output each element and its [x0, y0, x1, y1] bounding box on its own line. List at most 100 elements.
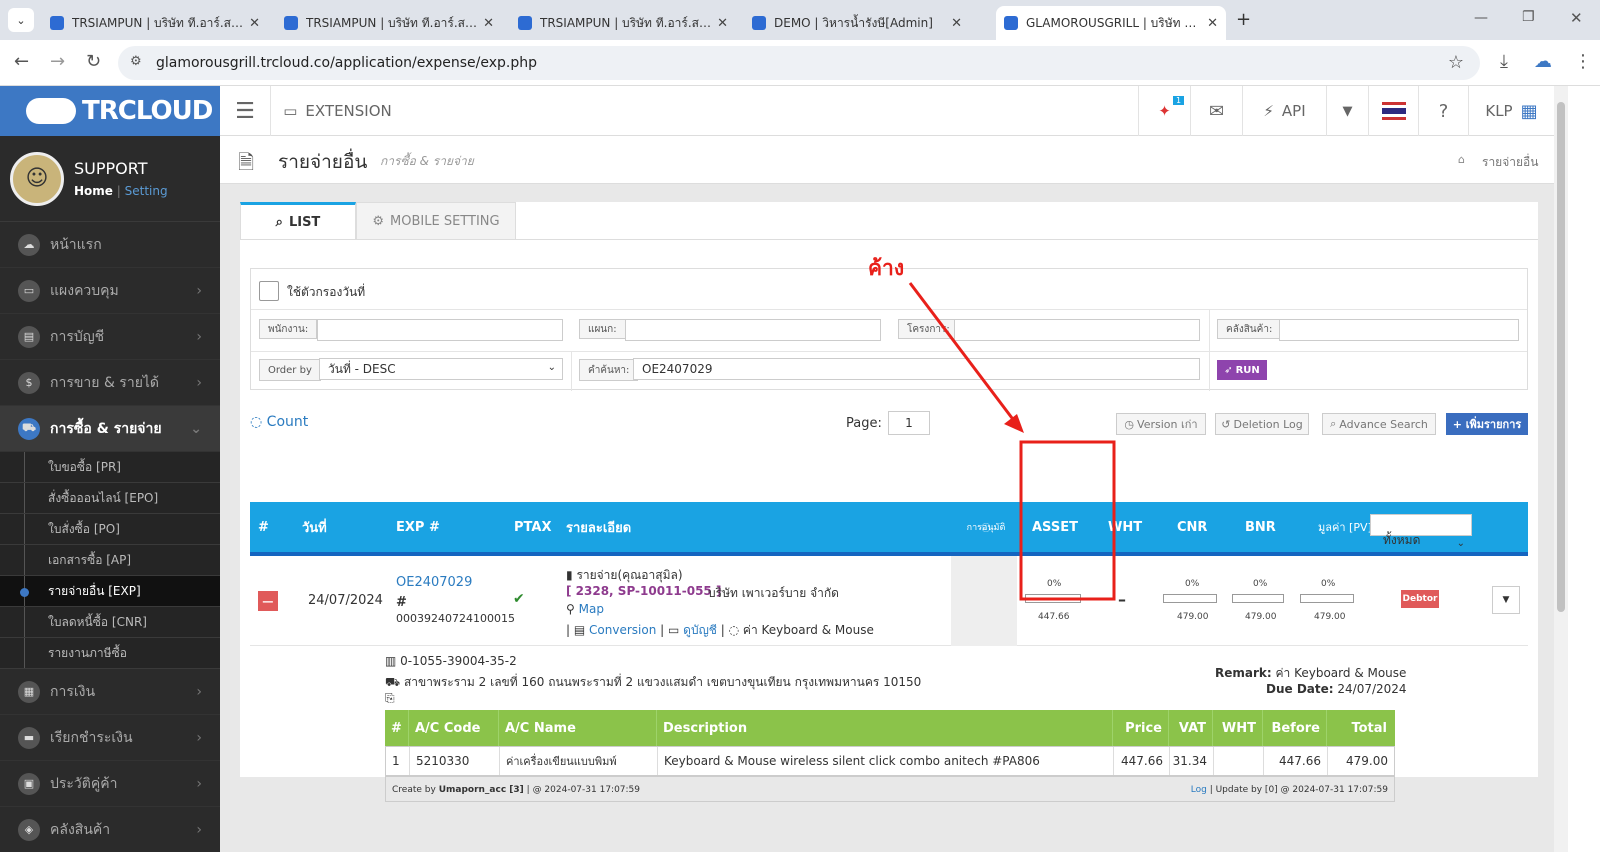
- sidebar-item-billing[interactable]: ▬ เรียกชำระเงิน ›: [0, 715, 220, 761]
- language-flag-thai[interactable]: [1368, 86, 1418, 136]
- user-menu[interactable]: KLP ▦: [1468, 86, 1554, 136]
- mail-icon[interactable]: ✉: [1190, 86, 1242, 136]
- version-old-button[interactable]: ◷ Version เก่า: [1116, 413, 1206, 435]
- browser-menu-icon[interactable]: ⋮: [1574, 51, 1592, 72]
- created-info: Create by Umaporn_acc [3] | @ 2024-07-31…: [392, 785, 641, 795]
- comment-icon: ◌: [728, 623, 740, 637]
- search-icon: ⌕: [1330, 417, 1337, 430]
- sidebar-subitem-epo[interactable]: สั่งซื้อออนไลน์ [EPO]: [0, 483, 220, 514]
- tab-list[interactable]: ⌕ LIST: [240, 202, 356, 240]
- sidebar-subitem-exp[interactable]: รายจ่ายอื่น [EXP]: [0, 576, 220, 607]
- setting-link[interactable]: Setting: [125, 184, 168, 198]
- avatar[interactable]: ☺: [10, 151, 64, 206]
- trcloud-logo[interactable]: TRCLOUD: [0, 86, 220, 136]
- browser-tab-active[interactable]: GLAMOROUSGRILL | บริษัท แกลม ✕: [996, 6, 1226, 40]
- search-input[interactable]: OE2407029: [633, 358, 1200, 380]
- sidebar-item-accounting[interactable]: ▤ การบัญชี ›: [0, 314, 220, 360]
- sidebar-item-home[interactable]: ☁ หน้าแรก: [0, 222, 220, 268]
- close-tab-icon[interactable]: ✕: [717, 16, 728, 31]
- browser-tab[interactable]: TRSIAMPUN | บริษัท ที.อาร์.สยามภั ✕: [276, 6, 502, 40]
- browser-tab[interactable]: DEMO | วิหารน้ำรังษี[Admin] ✕: [744, 6, 970, 40]
- map-link[interactable]: ⚲ Map: [566, 602, 604, 616]
- close-tab-icon[interactable]: ✕: [1207, 16, 1218, 31]
- notification-badge: 1: [1173, 96, 1185, 105]
- date-filter-checkbox[interactable]: [259, 281, 279, 301]
- deletion-log-button[interactable]: ↺ Deletion Log: [1215, 413, 1309, 435]
- sidebar-item-dashboard[interactable]: ▭ แผงควบคุม ›: [0, 268, 220, 314]
- order-by-select[interactable]: วันที่ - DESC ⌄: [319, 358, 563, 380]
- plug-icon: ⚡: [1263, 102, 1274, 120]
- new-tab-icon[interactable]: +: [1236, 9, 1251, 30]
- barcode-icon: ▥: [385, 654, 397, 668]
- notification-button[interactable]: ✦ 1: [1138, 86, 1190, 136]
- collapse-row-button[interactable]: −: [258, 591, 278, 611]
- sidebar-item-purchase[interactable]: ⛟ การซื้อ & รายจ่าย ⌄: [0, 406, 220, 452]
- sidebar-subitem-po[interactable]: ใบสั่งซื้อ [PO]: [0, 514, 220, 545]
- cart-icon: ⛟: [18, 417, 40, 440]
- sidebar-item-finance[interactable]: ▦ การเงิน ›: [0, 669, 220, 715]
- exp-number-link[interactable]: OE2407029: [396, 575, 472, 590]
- minimize-icon[interactable]: —: [1474, 10, 1488, 26]
- close-tab-icon[interactable]: ✕: [249, 16, 260, 31]
- bookmark-star-icon[interactable]: ☆: [1448, 52, 1464, 73]
- breadcrumb[interactable]: รายจ่ายอื่น: [1482, 153, 1538, 172]
- home-link[interactable]: Home: [74, 184, 113, 198]
- view-account-link[interactable]: ดูบัญชี: [683, 623, 717, 637]
- tab-mobile-setting[interactable]: ⚙ MOBILE SETTING: [356, 202, 516, 240]
- help-icon[interactable]: ?: [1418, 86, 1468, 136]
- forward-icon[interactable]: →: [50, 51, 65, 72]
- department-input[interactable]: [625, 319, 881, 341]
- restore-icon[interactable]: ❐: [1522, 9, 1535, 25]
- sidebar-subitem-tax-report[interactable]: รายงานภาษีซื้อ: [0, 638, 220, 669]
- status-filter-select[interactable]: ทั้งหมด ⌄: [1370, 514, 1472, 549]
- col-pv: มูลค่า [PV]: [1318, 521, 1372, 534]
- run-button[interactable]: ➶ RUN: [1217, 360, 1267, 380]
- scrollbar-thumb[interactable]: [1557, 102, 1565, 612]
- browser-tab[interactable]: TRSIAMPUN | บริษัท ที.อาร์.สยามภั ✕: [42, 6, 268, 40]
- sidebar-item-inventory[interactable]: ◈ คลังสินค้า ›: [0, 807, 220, 852]
- sidebar-item-sales[interactable]: $ การขาย & รายได้ ›: [0, 360, 220, 406]
- sidebar-subitem-cnr[interactable]: ใบลดหนี้ซื้อ [CNR]: [0, 607, 220, 638]
- download-icon[interactable]: ⤓: [1500, 51, 1508, 72]
- back-icon[interactable]: ←: [14, 51, 29, 72]
- row-action-dropdown[interactable]: ▼: [1492, 586, 1520, 614]
- employee-input[interactable]: [317, 319, 563, 341]
- url-field[interactable]: ⚙ glamorousgrill.trcloud.co/application/…: [118, 46, 1480, 80]
- close-window-icon[interactable]: ✕: [1570, 9, 1583, 27]
- items-table: # A/C Code A/C Name Description Price VA…: [385, 710, 1395, 802]
- log-link[interactable]: Log: [1191, 785, 1207, 795]
- add-item-button[interactable]: + เพิ่มรายการ: [1446, 413, 1528, 435]
- count-link[interactable]: ◌ Count: [250, 414, 308, 430]
- sidebar-item-contacts[interactable]: ▣ ประวัติคู่ค้า ›: [0, 761, 220, 807]
- info-icon: ⓘ: [981, 523, 991, 534]
- tab-search-button[interactable]: ⌄: [8, 8, 34, 32]
- hamburger-menu-icon[interactable]: ☰: [220, 86, 270, 136]
- site-info-icon[interactable]: ⚙: [130, 54, 142, 69]
- sidebar-subitem-ap[interactable]: เอกสารซื้อ [AP]: [0, 545, 220, 576]
- col-exp: EXP #: [396, 519, 440, 535]
- close-tab-icon[interactable]: ✕: [483, 16, 494, 31]
- page-number-input[interactable]: 1: [888, 411, 930, 435]
- browser-tab[interactable]: TRSIAMPUN | บริษัท ที.อาร์.สยามภั ✕: [510, 6, 736, 40]
- cloud-extension-icon[interactable]: ☁: [1534, 51, 1552, 72]
- supplier-code[interactable]: [ 2328, SP-10011-055 ]: [566, 584, 721, 598]
- close-tab-icon[interactable]: ✕: [951, 16, 962, 31]
- list-panel: ⌕ LIST ⚙ MOBILE SETTING ใช้ตัวกรองวันที่ พ…: [240, 202, 1538, 802]
- caret-down-icon: ▼: [1502, 595, 1510, 605]
- extension-button[interactable]: ▭ EXTENSION: [270, 86, 404, 136]
- project-input[interactable]: [954, 319, 1200, 341]
- tab-divider: [240, 239, 1538, 240]
- advance-search-button[interactable]: ⌕ Advance Search: [1322, 413, 1436, 435]
- reload-icon[interactable]: ↻: [86, 51, 101, 72]
- paperclip-icon[interactable]: ⎘: [385, 691, 395, 706]
- caret-down-icon[interactable]: ▼: [1326, 86, 1368, 136]
- conversion-link[interactable]: Conversion: [589, 623, 656, 637]
- remark: Remark: ค่า Keyboard & Mouse: [1215, 666, 1407, 680]
- sidebar-subitem-pr[interactable]: ใบขอซื้อ [PR]: [0, 452, 220, 483]
- check-icon: ✔: [513, 591, 525, 607]
- api-button[interactable]: ⚡ API: [1242, 86, 1326, 136]
- home-icon[interactable]: ⌂: [1458, 153, 1465, 166]
- page-scrollbar[interactable]: [1554, 86, 1568, 852]
- hash-symbol: #: [396, 595, 407, 610]
- warehouse-input[interactable]: [1279, 319, 1519, 341]
